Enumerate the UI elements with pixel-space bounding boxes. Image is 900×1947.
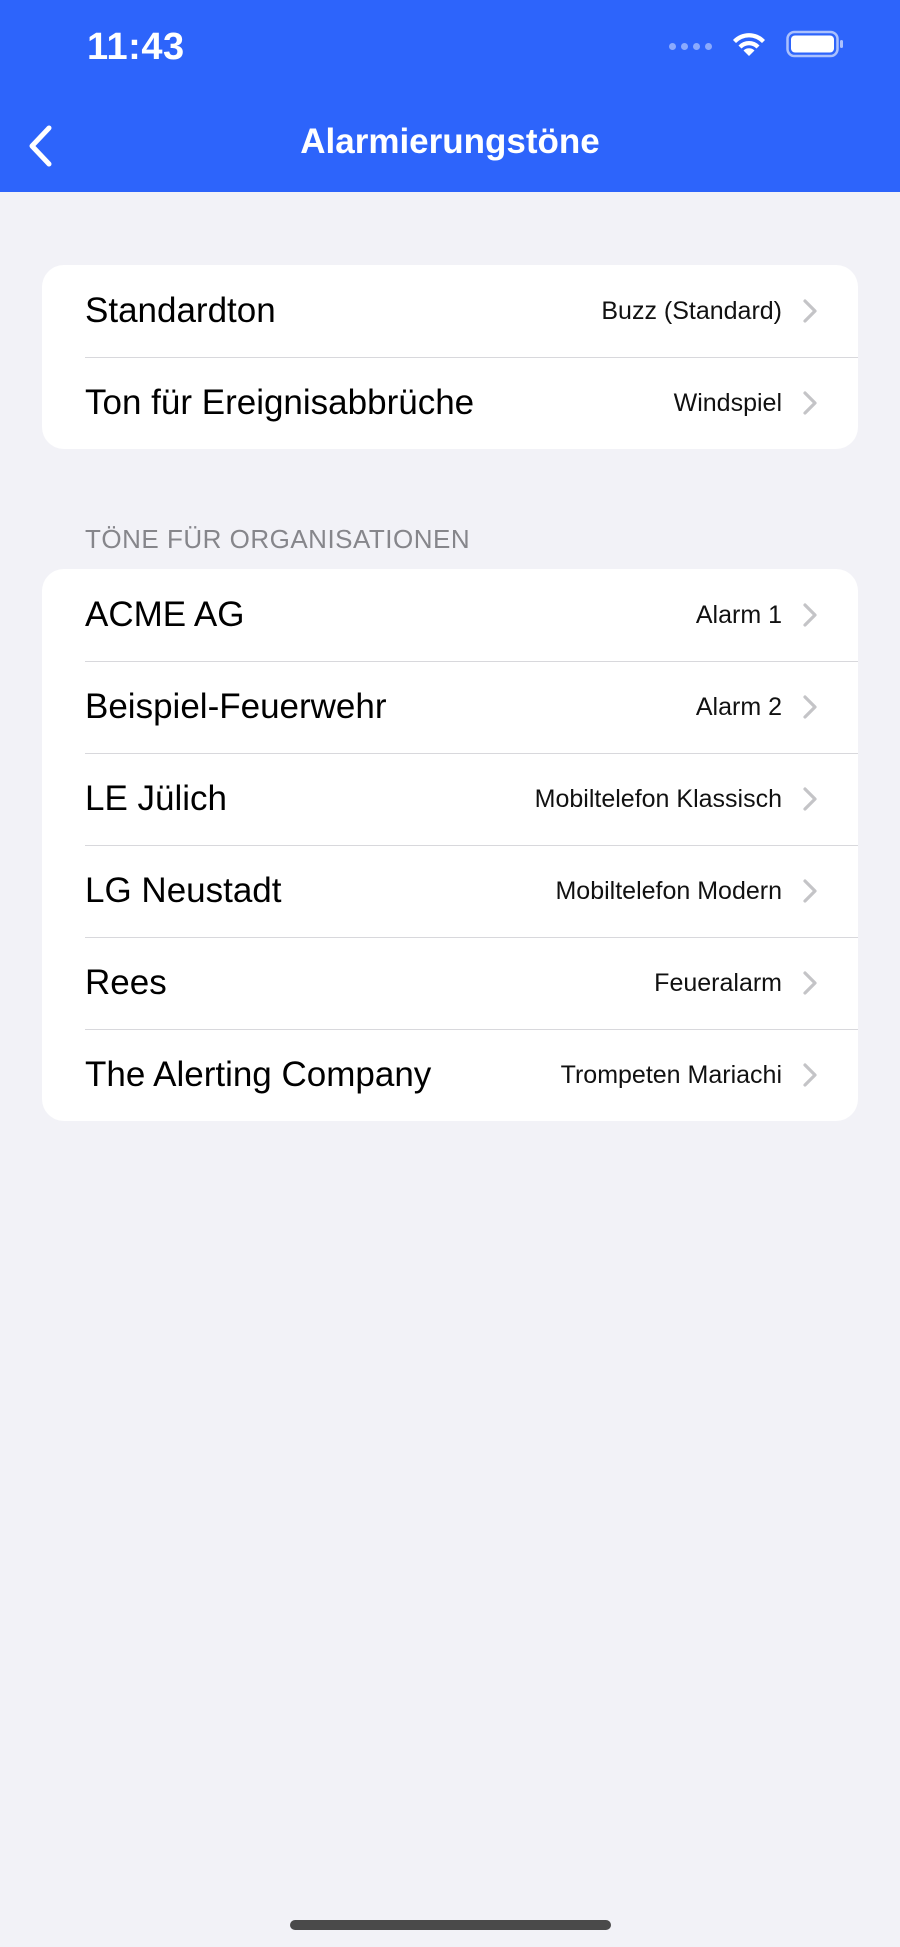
chevron-right-icon — [802, 390, 818, 416]
list-item-value: Alarm 1 — [695, 600, 782, 629]
list-item-label: The Alerting Company — [85, 1055, 432, 1094]
list-item-value: Mobiltelefon Klassisch — [534, 784, 782, 813]
list-item-organization[interactable]: LE Jülich Mobiltelefon Klassisch — [42, 753, 858, 845]
list-item-organization[interactable]: LG Neustadt Mobiltelefon Modern — [42, 845, 858, 937]
status-icons — [669, 30, 844, 63]
list-item-value: Mobiltelefon Modern — [555, 876, 782, 905]
list-item-value: Buzz (Standard) — [601, 296, 782, 325]
list-item-organization[interactable]: Beispiel-Feuerwehr Alarm 2 — [42, 661, 858, 753]
list-item-label: LG Neustadt — [85, 871, 282, 910]
section-header-organizations: TÖNE FÜR ORGANISATIONEN — [85, 524, 471, 554]
organization-tones-group: ACME AG Alarm 1 Beispiel-Feuerwehr Alarm… — [42, 569, 858, 1121]
page-title: Alarmierungstöne — [300, 122, 600, 161]
list-item-value: Windspiel — [673, 388, 782, 417]
navigation-header: 11:43 Alarmierungstöne — [0, 0, 900, 192]
general-tones-group: Standardton Buzz (Standard) Ton für Erei… — [42, 265, 858, 449]
list-item-organization[interactable]: ACME AG Alarm 1 — [42, 569, 858, 661]
status-time: 11:43 — [87, 26, 185, 68]
chevron-right-icon — [802, 1062, 818, 1088]
chevron-right-icon — [802, 298, 818, 324]
chevron-right-icon — [802, 878, 818, 904]
list-item-cancel-tone[interactable]: Ton für Ereignisabbrüche Windspiel — [42, 357, 858, 449]
list-item-label: ACME AG — [85, 595, 245, 634]
list-item-default-tone[interactable]: Standardton Buzz (Standard) — [42, 265, 858, 357]
list-item-label: Rees — [85, 963, 167, 1002]
chevron-right-icon — [802, 694, 818, 720]
list-item-value: Alarm 2 — [695, 692, 782, 721]
list-item-value: Feueralarm — [654, 968, 782, 997]
list-item-label: LE Jülich — [85, 779, 228, 818]
list-item-value: Trompeten Mariachi — [560, 1060, 782, 1089]
list-item-organization[interactable]: Rees Feueralarm — [42, 937, 858, 1029]
chevron-right-icon — [802, 786, 818, 812]
list-item-organization[interactable]: The Alerting Company Trompeten Mariachi — [42, 1029, 858, 1121]
chevron-right-icon — [802, 602, 818, 628]
list-item-label: Standardton — [85, 291, 276, 330]
home-indicator[interactable] — [290, 1920, 611, 1930]
list-item-label: Ton für Ereignisabbrüche — [85, 383, 475, 422]
wifi-icon — [730, 30, 768, 63]
cellular-signal-icon — [669, 43, 712, 50]
chevron-right-icon — [802, 970, 818, 996]
battery-icon — [786, 30, 844, 63]
list-item-label: Beispiel-Feuerwehr — [85, 687, 387, 726]
